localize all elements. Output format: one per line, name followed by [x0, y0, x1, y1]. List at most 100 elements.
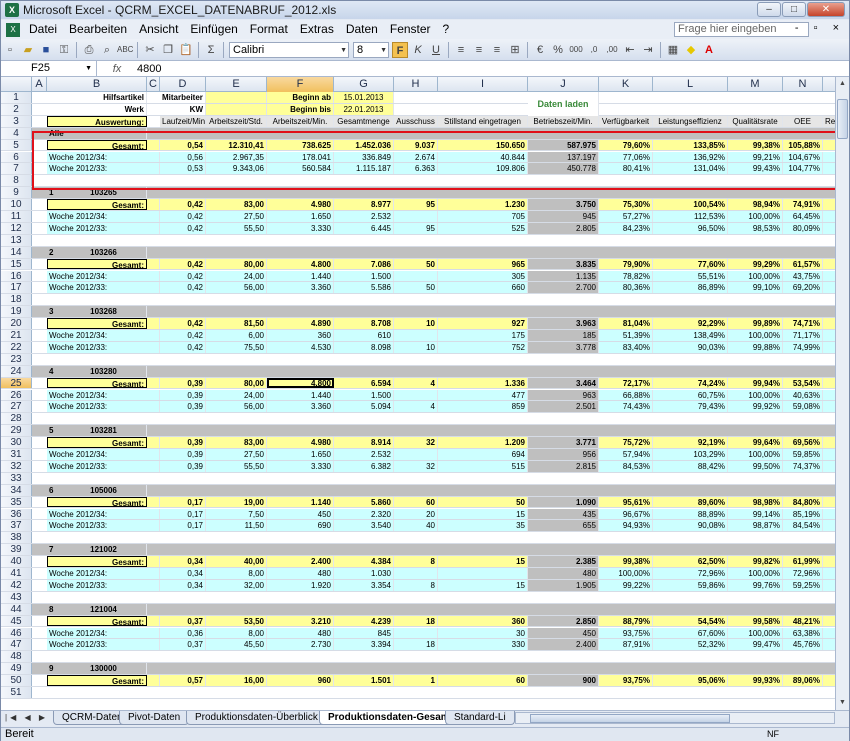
value-cell[interactable]: 0,34: [160, 556, 206, 567]
row-header[interactable]: 10: [1, 199, 32, 210]
row-header[interactable]: 44: [1, 603, 32, 615]
row-label[interactable]: Gesamt:: [47, 139, 147, 151]
column-title[interactable]: Gesamtmenge: [334, 115, 394, 127]
value-cell[interactable]: 56,00: [206, 282, 267, 294]
row-header[interactable]: 23: [1, 353, 32, 365]
value-cell[interactable]: 99,93%: [728, 675, 783, 686]
value-cell[interactable]: 24,00: [206, 270, 267, 282]
value-cell[interactable]: 59,85%: [783, 449, 823, 460]
value-cell[interactable]: 87,91%: [599, 639, 653, 651]
value-cell[interactable]: 48,21%: [783, 615, 823, 627]
value-cell[interactable]: 52,32%: [653, 639, 728, 651]
horizontal-scroll-thumb[interactable]: [530, 714, 730, 723]
value-cell[interactable]: 100,00%: [728, 449, 783, 460]
value-cell[interactable]: 3.360: [267, 282, 334, 294]
value-cell[interactable]: 560.584: [267, 163, 334, 175]
value-cell[interactable]: 4.890: [267, 318, 334, 329]
value-cell[interactable]: 3.360: [267, 401, 334, 413]
column-header-I[interactable]: I: [438, 77, 528, 92]
value-cell[interactable]: 63,38%: [783, 627, 823, 639]
value-cell[interactable]: 100,54%: [653, 199, 728, 210]
value-cell[interactable]: 99,47%: [728, 639, 783, 651]
row-header[interactable]: 7: [1, 163, 32, 174]
value-cell[interactable]: 3.354: [334, 579, 394, 591]
value-cell[interactable]: 93,75%: [599, 675, 653, 686]
value-cell[interactable]: 103,29%: [653, 449, 728, 460]
value-cell[interactable]: 4.384: [334, 556, 394, 567]
value-cell[interactable]: 2.700: [528, 282, 599, 294]
value-cell[interactable]: 99,29%: [728, 258, 783, 270]
print-preview-icon[interactable]: ⌕: [99, 42, 115, 58]
row-label[interactable]: Woche 2012/33:: [47, 401, 160, 413]
value-cell[interactable]: 178.041: [267, 151, 334, 163]
value-cell[interactable]: 84,54%: [783, 520, 823, 532]
value-cell[interactable]: 99,82%: [728, 556, 783, 567]
row-header[interactable]: 28: [1, 413, 32, 424]
value-cell[interactable]: 0,37: [160, 639, 206, 651]
value-cell[interactable]: 3.540: [334, 520, 394, 532]
value-cell[interactable]: 2.320: [334, 508, 394, 520]
row-header[interactable]: 31: [1, 449, 32, 460]
spacer-cell[interactable]: [147, 377, 160, 389]
value-cell[interactable]: 53,54%: [783, 377, 823, 389]
scroll-up-icon[interactable]: ▲: [837, 78, 848, 90]
value-cell[interactable]: [394, 449, 438, 460]
value-cell[interactable]: 1.440: [267, 389, 334, 401]
value-cell[interactable]: 84,53%: [599, 460, 653, 472]
value-cell[interactable]: 40,63%: [783, 389, 823, 401]
beginn-ab-value[interactable]: 15.01.2013: [334, 92, 394, 103]
value-cell[interactable]: 0,36: [160, 627, 206, 639]
value-cell[interactable]: 4: [394, 377, 438, 389]
value-cell[interactable]: 1.140: [267, 496, 334, 508]
value-cell[interactable]: 1.440: [267, 270, 334, 282]
value-cell[interactable]: 100,00%: [599, 568, 653, 579]
value-cell[interactable]: 100,00%: [728, 568, 783, 579]
group-article-id[interactable]: 130000: [61, 663, 147, 675]
value-cell[interactable]: 88,79%: [599, 615, 653, 627]
value-cell[interactable]: 92,29%: [653, 318, 728, 329]
value-cell[interactable]: 72,96%: [783, 568, 823, 579]
value-cell[interactable]: 77,06%: [599, 151, 653, 163]
value-cell[interactable]: 83,00: [206, 199, 267, 210]
value-cell[interactable]: 1.650: [267, 211, 334, 222]
row-header[interactable]: 18: [1, 294, 32, 305]
column-header-C[interactable]: C: [147, 77, 160, 92]
row-label[interactable]: Woche 2012/34:: [47, 211, 160, 222]
row-label[interactable]: Woche 2012/34:: [47, 389, 160, 401]
group-article-id[interactable]: 103265: [61, 187, 147, 199]
column-header-H[interactable]: H: [394, 77, 438, 92]
value-cell[interactable]: 3.963: [528, 318, 599, 329]
value-cell[interactable]: 95,61%: [599, 496, 653, 508]
value-cell[interactable]: 100,00%: [728, 627, 783, 639]
value-cell[interactable]: 98,87%: [728, 520, 783, 532]
value-cell[interactable]: 40.844: [438, 151, 528, 163]
fill-color-icon[interactable]: ◆: [683, 42, 699, 58]
value-cell[interactable]: 79,90%: [599, 258, 653, 270]
value-cell[interactable]: 59,08%: [783, 401, 823, 413]
value-cell[interactable]: 0,42: [160, 318, 206, 329]
value-cell[interactable]: 660: [438, 282, 528, 294]
value-cell[interactable]: 9.037: [394, 139, 438, 151]
value-cell[interactable]: 96,67%: [599, 508, 653, 520]
column-header-L[interactable]: L: [653, 77, 728, 92]
value-cell[interactable]: 477: [438, 389, 528, 401]
row-header[interactable]: 13: [1, 234, 32, 246]
spacer-cell[interactable]: [147, 437, 160, 448]
value-cell[interactable]: 2.730: [267, 639, 334, 651]
column-header-K[interactable]: K: [599, 77, 653, 92]
column-title[interactable]: OEE: [783, 115, 823, 127]
row-label[interactable]: Gesamt:: [47, 675, 147, 686]
menu-item-1[interactable]: Bearbeiten: [63, 20, 133, 39]
value-cell[interactable]: 4.980: [267, 437, 334, 448]
value-cell[interactable]: 95: [394, 199, 438, 210]
value-cell[interactable]: 88,89%: [653, 508, 728, 520]
value-cell[interactable]: [438, 568, 528, 579]
value-cell[interactable]: 100,00%: [728, 270, 783, 282]
value-cell[interactable]: 4.980: [267, 199, 334, 210]
row-header[interactable]: 48: [1, 651, 32, 662]
value-cell[interactable]: 74,91%: [783, 199, 823, 210]
value-cell[interactable]: 53,50: [206, 615, 267, 627]
value-cell[interactable]: 2.815: [528, 460, 599, 472]
value-cell[interactable]: 0,42: [160, 330, 206, 341]
value-cell[interactable]: 1.501: [334, 675, 394, 686]
